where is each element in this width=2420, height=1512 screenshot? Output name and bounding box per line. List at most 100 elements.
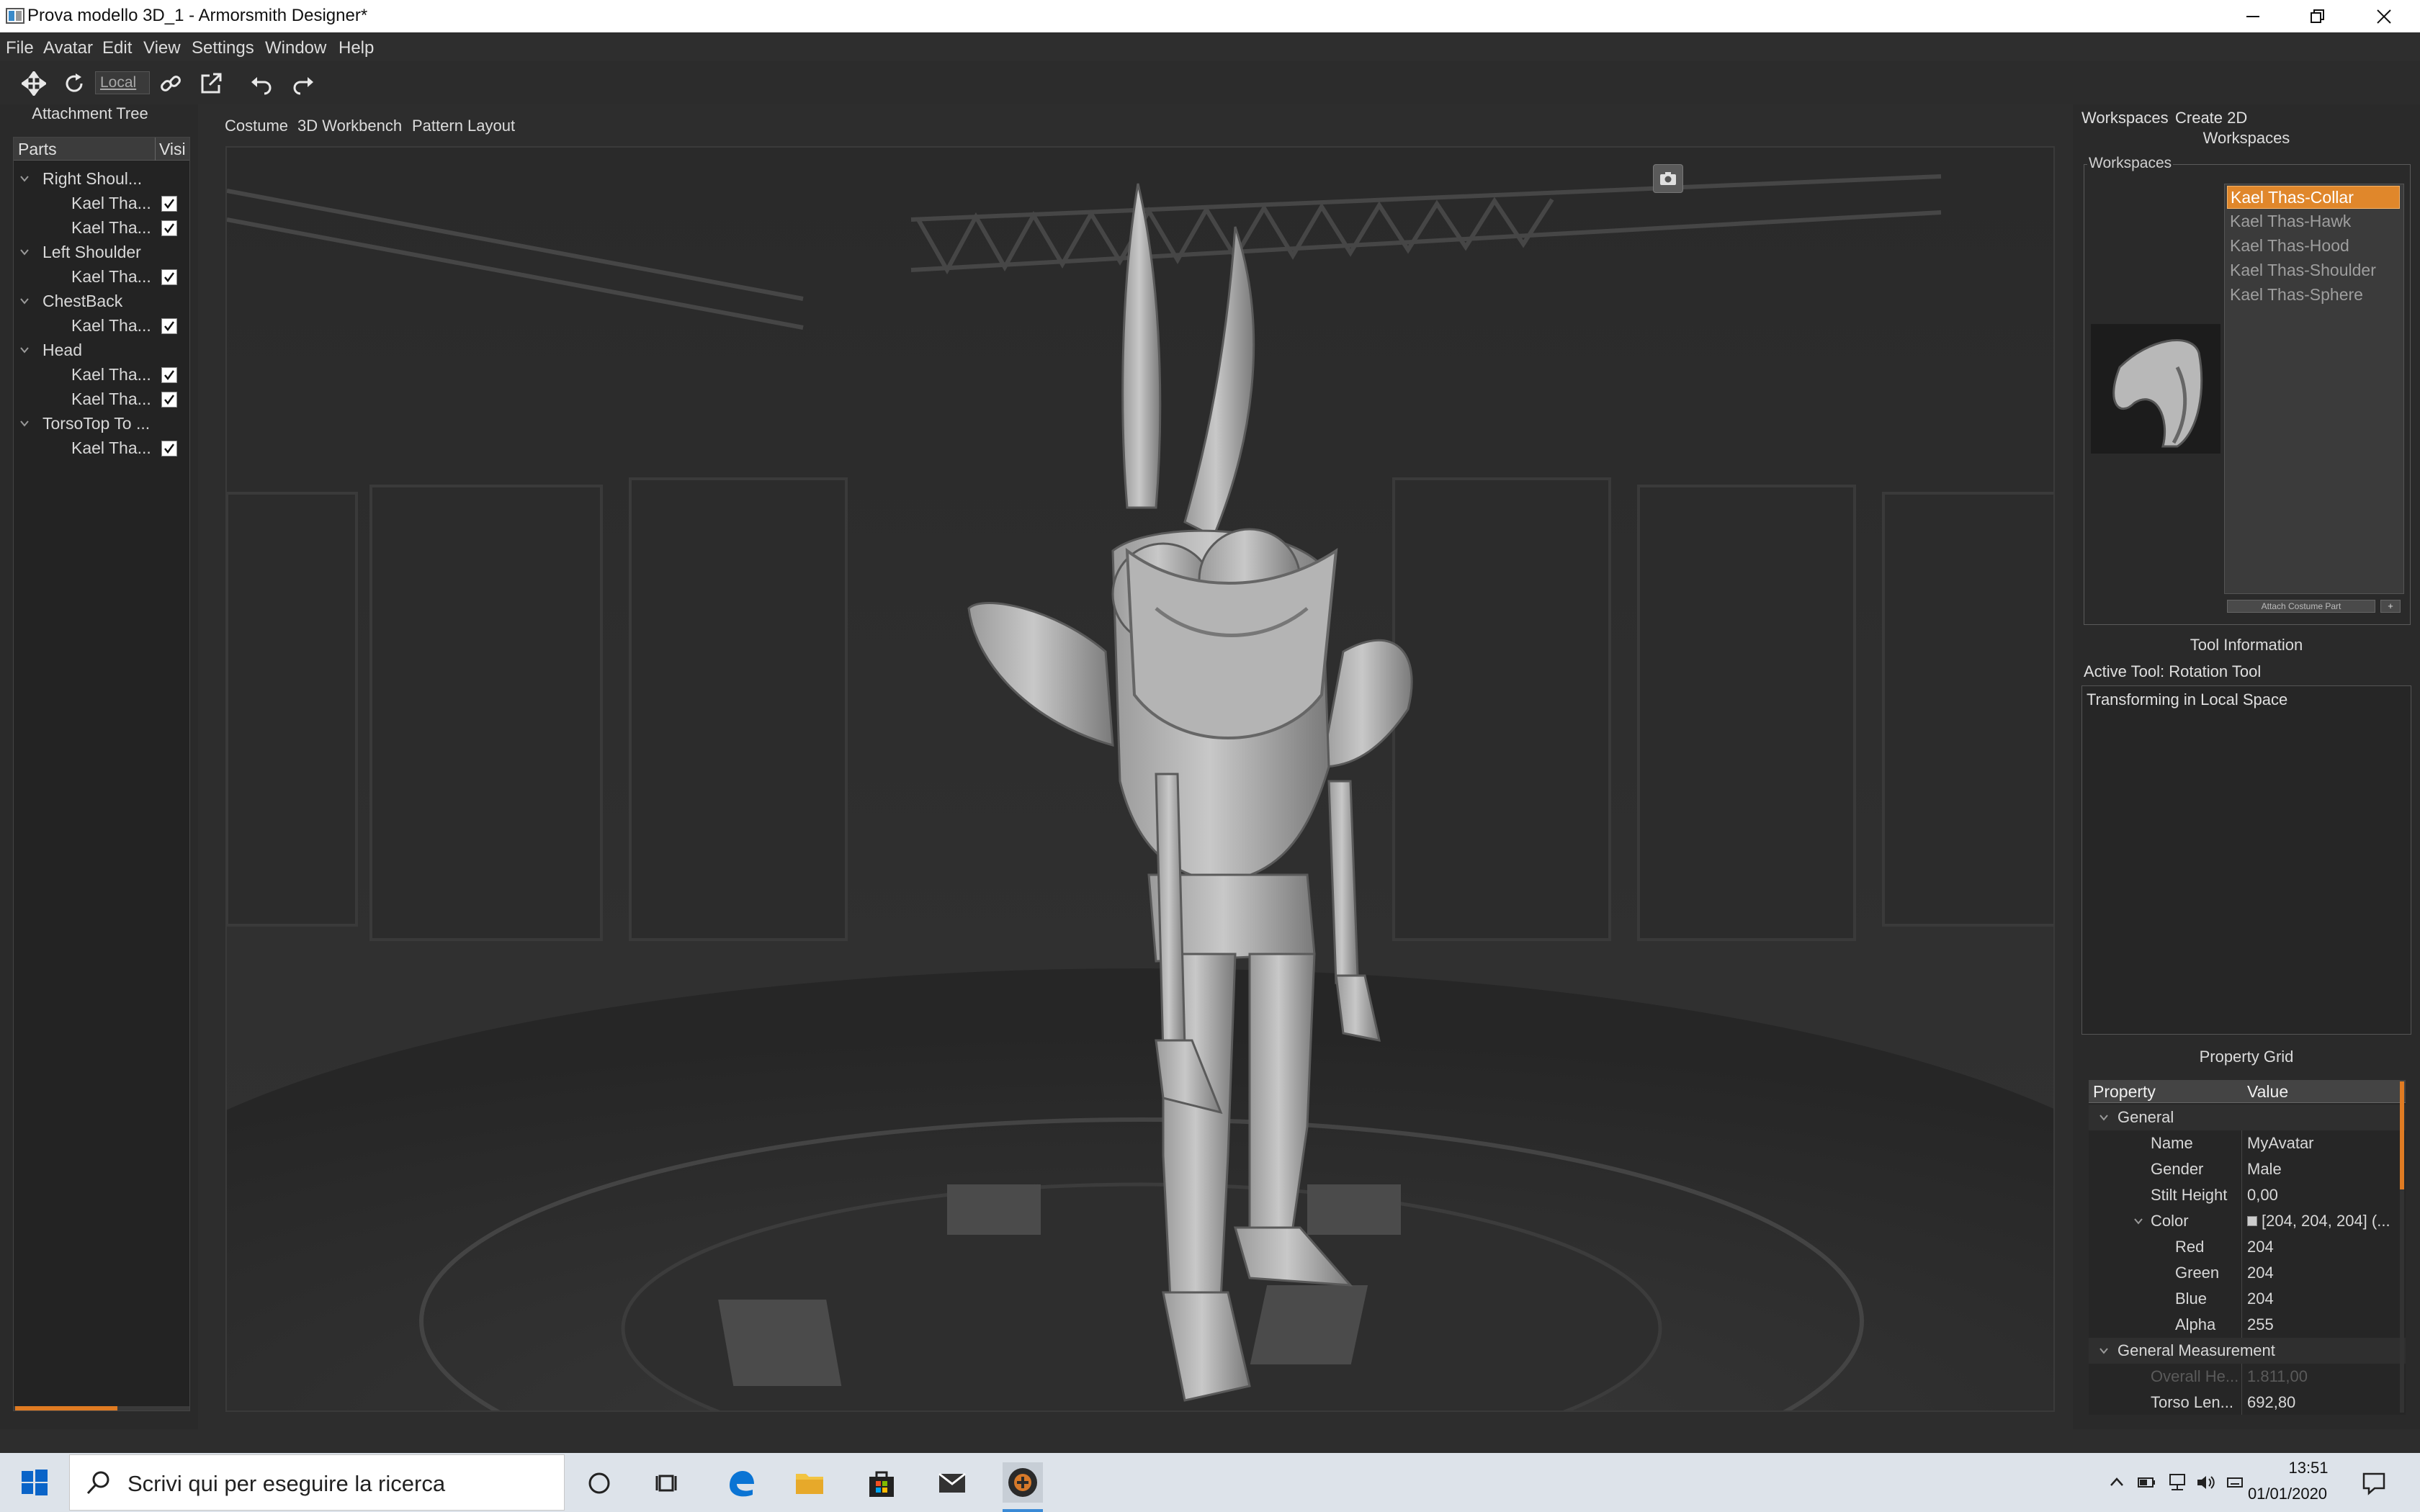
- link-button[interactable]: [156, 68, 186, 99]
- mail-button[interactable]: [935, 1466, 969, 1500]
- space-mode-field[interactable]: Local: [95, 71, 150, 94]
- tab-workspaces[interactable]: Workspaces: [2081, 109, 2169, 127]
- task-view-button[interactable]: [651, 1466, 686, 1500]
- search-box[interactable]: Scrivi qui per eseguire la ricerca: [69, 1454, 565, 1511]
- chevron-down-icon[interactable]: [19, 247, 30, 257]
- property-value[interactable]: 692,80: [2247, 1393, 2295, 1412]
- property-value[interactable]: 0,00: [2247, 1186, 2278, 1205]
- visibility-checkbox[interactable]: [161, 441, 177, 456]
- tree-node[interactable]: Left Shoulder: [14, 240, 189, 264]
- redo-button[interactable]: [288, 68, 318, 99]
- visibility-checkbox[interactable]: [161, 318, 177, 334]
- workspace-item[interactable]: Kael Thas-Hood: [2227, 235, 2400, 258]
- chevron-down-icon[interactable]: [19, 418, 30, 428]
- property-row[interactable]: Gender Male: [2089, 1156, 2406, 1182]
- tree-leaf[interactable]: Kael Tha...: [14, 215, 189, 240]
- property-category[interactable]: General: [2089, 1104, 2406, 1130]
- property-row[interactable]: Color [204, 204, 204] (...: [2089, 1208, 2406, 1234]
- menu-settings[interactable]: Settings: [192, 38, 254, 58]
- external-link-button[interactable]: [196, 68, 226, 99]
- property-value[interactable]: Male: [2247, 1160, 2282, 1179]
- cortana-button[interactable]: [582, 1466, 617, 1500]
- chevron-down-icon[interactable]: [19, 345, 30, 355]
- property-value[interactable]: 204: [2247, 1264, 2274, 1282]
- chevron-down-icon[interactable]: [19, 174, 30, 184]
- tab-create-2d[interactable]: Create 2D: [2175, 109, 2247, 127]
- workspace-item[interactable]: Kael Thas-Hawk: [2227, 210, 2400, 233]
- tree-node[interactable]: ChestBack: [14, 289, 189, 313]
- volume-button[interactable]: [2195, 1472, 2217, 1493]
- network-button[interactable]: [2166, 1472, 2188, 1493]
- chevron-down-icon[interactable]: [2099, 1346, 2109, 1356]
- tree-leaf[interactable]: Kael Tha...: [14, 264, 189, 289]
- tree-node[interactable]: Right Shoul...: [14, 166, 189, 191]
- property-row[interactable]: Green 204: [2089, 1260, 2406, 1286]
- 3d-viewport[interactable]: [225, 146, 2055, 1412]
- property-column[interactable]: Property: [2093, 1082, 2156, 1102]
- menu-file[interactable]: File: [6, 38, 34, 58]
- attach-costume-part-button[interactable]: Attach Costume Part: [2227, 600, 2375, 613]
- property-category[interactable]: General Measurement: [2089, 1338, 2406, 1364]
- tree-column-parts[interactable]: Parts: [18, 140, 57, 159]
- tree-node[interactable]: Head: [14, 338, 189, 362]
- close-button[interactable]: [2349, 0, 2419, 32]
- chevron-down-icon[interactable]: [2133, 1216, 2143, 1226]
- tab-pattern-layout[interactable]: Pattern Layout: [412, 117, 515, 135]
- tree-leaf[interactable]: Kael Tha...: [14, 313, 189, 338]
- property-value[interactable]: 204: [2247, 1238, 2274, 1256]
- property-row[interactable]: Red 204: [2089, 1234, 2406, 1260]
- menu-window[interactable]: Window: [265, 38, 326, 58]
- armorsmith-taskbar-button[interactable]: [1003, 1462, 1043, 1503]
- file-explorer-button[interactable]: [792, 1466, 827, 1500]
- add-workspace-button[interactable]: +: [2380, 600, 2401, 613]
- property-row[interactable]: Name MyAvatar: [2089, 1130, 2406, 1156]
- edge-button[interactable]: [723, 1466, 758, 1500]
- tree-leaf[interactable]: Kael Tha...: [14, 387, 189, 411]
- rotate-tool-button[interactable]: [59, 68, 89, 99]
- value-column[interactable]: Value: [2247, 1082, 2288, 1102]
- restore-button[interactable]: [2283, 0, 2352, 32]
- property-row[interactable]: Torso Len... 692,80: [2089, 1390, 2406, 1415]
- property-row[interactable]: Alpha 255: [2089, 1312, 2406, 1338]
- move-tool-button[interactable]: [19, 68, 49, 99]
- workspace-item[interactable]: Kael Thas-Collar: [2227, 186, 2400, 209]
- tree-node[interactable]: TorsoTop To ...: [14, 411, 189, 436]
- minimize-button[interactable]: [2218, 0, 2287, 32]
- property-value[interactable]: MyAvatar: [2247, 1134, 2314, 1153]
- property-row[interactable]: Blue 204: [2089, 1286, 2406, 1312]
- tree-leaf[interactable]: Kael Tha...: [14, 362, 189, 387]
- tab-costume[interactable]: Costume: [225, 117, 288, 135]
- chevron-down-icon[interactable]: [2099, 1112, 2109, 1122]
- visibility-checkbox[interactable]: [161, 367, 177, 383]
- clock-time[interactable]: 13:51: [2269, 1459, 2348, 1477]
- chevron-down-icon[interactable]: [19, 296, 30, 306]
- tree-leaf[interactable]: Kael Tha...: [14, 191, 189, 215]
- menu-view[interactable]: View: [143, 38, 181, 58]
- tab-3d-workbench[interactable]: 3D Workbench: [297, 117, 402, 135]
- property-grid-scrollbar[interactable]: [2400, 1081, 2404, 1413]
- battery-button[interactable]: [2136, 1472, 2158, 1493]
- visibility-checkbox[interactable]: [161, 196, 177, 212]
- workspace-item[interactable]: Kael Thas-Shoulder: [2227, 259, 2400, 282]
- store-button[interactable]: [864, 1466, 899, 1500]
- tray-chevron-button[interactable]: [2106, 1472, 2128, 1493]
- property-row[interactable]: Overall He... 1.811,00: [2089, 1364, 2406, 1390]
- menu-edit[interactable]: Edit: [102, 38, 132, 58]
- workspace-item[interactable]: Kael Thas-Sphere: [2227, 284, 2400, 307]
- tree-column-visible[interactable]: Visi: [159, 140, 186, 159]
- property-row[interactable]: Stilt Height 0,00: [2089, 1182, 2406, 1208]
- undo-button[interactable]: [246, 68, 277, 99]
- screenshot-button[interactable]: [1653, 164, 1683, 193]
- menu-avatar[interactable]: Avatar: [43, 38, 93, 58]
- visibility-checkbox[interactable]: [161, 392, 177, 408]
- color-swatch[interactable]: [2247, 1216, 2257, 1226]
- start-button[interactable]: [17, 1465, 52, 1500]
- property-value[interactable]: [204, 204, 204] (...: [2262, 1212, 2390, 1230]
- visibility-checkbox[interactable]: [161, 269, 177, 285]
- notifications-button[interactable]: [2360, 1469, 2388, 1498]
- menu-help[interactable]: Help: [339, 38, 374, 58]
- tree-leaf[interactable]: Kael Tha...: [14, 436, 189, 460]
- clock-date[interactable]: 01/01/2020: [2237, 1485, 2338, 1503]
- visibility-checkbox[interactable]: [161, 220, 177, 236]
- property-value[interactable]: 255: [2247, 1315, 2274, 1334]
